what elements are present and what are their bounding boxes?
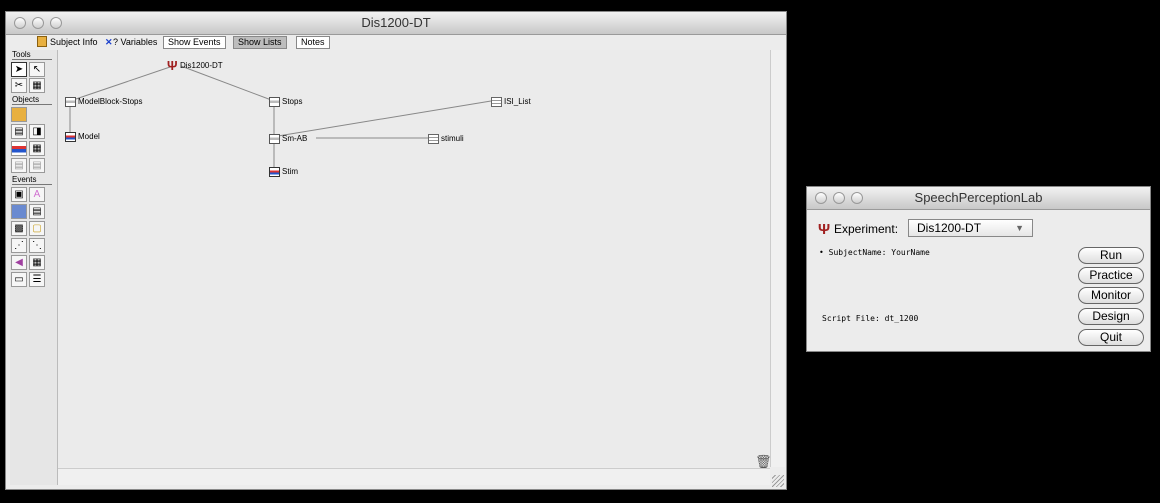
experiment-dropdown-value: Dis1200-DT [917,221,982,235]
launcher-window: SpeechPerceptionLab Ψ Experiment: Dis120… [806,186,1151,352]
procedure-icon [65,96,76,107]
list-object-icon[interactable]: ▤ [11,158,27,173]
experiment-label: Experiment: [834,222,899,236]
vertical-scrollbar[interactable] [770,50,785,467]
experiment-dropdown[interactable]: Dis1200-DT ▼ [908,219,1033,237]
node-stimuli[interactable]: stimuli [428,133,464,144]
image-event-icon[interactable] [11,204,27,219]
experiment-psi-icon: Ψ [167,57,178,73]
node-stops-label: Stops [282,97,303,106]
variables-button[interactable]: ? Variables [113,36,157,49]
movie-event-icon[interactable]: ⋰ [11,238,27,253]
node-modelblock[interactable]: ModelBlock-Stops [65,96,142,107]
block-icon [269,96,280,107]
tool-palette: Tools ➤ ↖ ✂ ▦ Objects ▤ ◨ ▦ ▤ ▤ Events ▣… [10,50,58,485]
node-root-experiment[interactable]: Ψ Dis1200-DT [167,57,223,73]
chevron-down-icon: ▼ [1015,223,1024,233]
objects-header: Objects [12,95,52,105]
node-sm-ab-label: Sm-AB [282,134,308,143]
tools-header: Tools [12,50,52,60]
scissors-tool-icon[interactable]: ✂ [11,78,27,93]
structure-links [69,65,492,170]
slide-icon [269,166,280,177]
show-lists-button[interactable]: Show Lists [233,36,287,49]
arrow-tool-icon[interactable]: ➤ [11,62,27,77]
quit-button[interactable]: Quit [1078,329,1144,346]
node-sm-ab[interactable]: Sm-AB [269,133,307,144]
resize-grip-icon[interactable] [772,475,784,487]
design-window-titlebar[interactable]: Dis1200-DT [6,12,786,35]
picture-event-icon[interactable]: ▩ [11,221,27,236]
events-header: Events [12,175,52,185]
list-icon [491,96,502,107]
empty-event-icon[interactable]: ▭ [11,272,27,287]
node-isi-list-label: ISI_List [504,97,531,106]
document-event-icon[interactable]: ▤ [29,204,45,219]
table-event-icon[interactable]: ☰ [29,272,45,287]
grid-object-icon[interactable]: ▦ [29,141,45,156]
block-object-icon[interactable]: ◨ [29,124,45,139]
experiment-psi-icon: Ψ [818,221,831,238]
monitor-button[interactable]: Monitor [1078,287,1144,304]
horizontal-scrollbar[interactable] [58,468,770,485]
notes-button[interactable]: Notes [296,36,330,49]
structure-tool-icon[interactable]: ▦ [29,78,45,93]
text-event-icon[interactable]: A [29,187,45,202]
design-window: Dis1200-DT Subject Info ✕ ? Variables Sh… [5,11,787,490]
node-stimuli-label: stimuli [441,134,464,143]
grid-event-icon[interactable]: ▦ [29,255,45,270]
wait-event-icon[interactable]: ▣ [11,187,27,202]
procedure-icon [269,133,280,144]
show-events-button[interactable]: Show Events [163,36,226,49]
launcher-window-title: SpeechPerceptionLab [914,190,1043,205]
procedure-object-icon[interactable]: ▤ [11,124,27,139]
node-stops[interactable]: Stops [269,96,302,107]
subject-info-icon[interactable] [37,36,47,47]
variables-icon[interactable]: ✕ [105,36,113,49]
run-button[interactable]: Run [1078,247,1144,264]
practice-button[interactable]: Practice [1078,267,1144,284]
node-isi-list[interactable]: ISI_List [491,96,531,107]
node-model-label: Model [78,132,100,141]
slide-object-icon[interactable] [11,141,27,156]
link-tool-icon[interactable]: ↖ [29,62,45,77]
script-file-line: Script File: dt_1200 [822,314,919,323]
node-modelblock-label: ModelBlock-Stops [78,97,143,106]
launcher-window-titlebar[interactable]: SpeechPerceptionLab [807,187,1150,210]
node-root-label: Dis1200-DT [180,61,223,70]
design-window-title: Dis1200-DT [361,15,431,30]
design-button[interactable]: Design [1078,308,1144,325]
sublist-object-icon[interactable]: ▤ [29,158,45,173]
frame-event-icon[interactable]: ▢ [29,221,45,236]
list-icon [428,133,439,144]
structure-canvas[interactable]: Ψ Dis1200-DT ModelBlock-Stops Model Stops… [58,50,772,469]
draw-event-icon[interactable]: ⋱ [29,238,45,253]
subject-info-button[interactable]: Subject Info [50,36,98,49]
node-stim[interactable]: Stim [269,166,298,177]
node-model[interactable]: Model [65,131,100,142]
sound-event-icon[interactable]: ◀ [11,255,27,270]
slide-icon [65,131,76,142]
node-stim-label: Stim [282,167,298,176]
subject-name-line: • SubjectName: YourName [819,248,930,257]
experiment-object-icon[interactable] [11,107,27,122]
